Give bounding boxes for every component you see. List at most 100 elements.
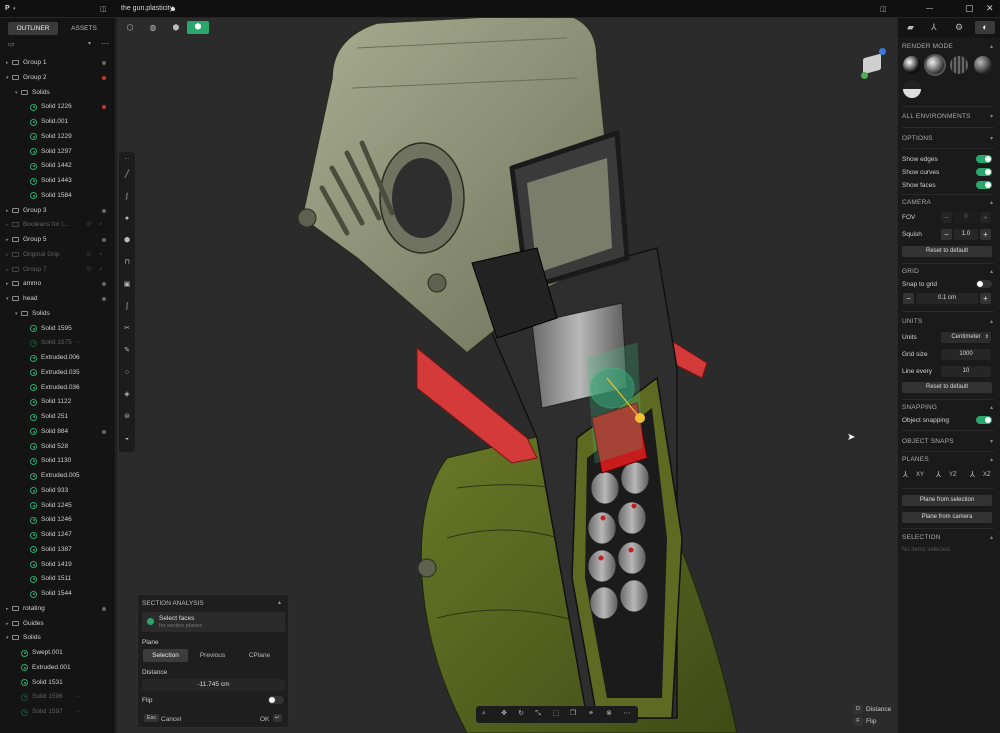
expand-chevron-icon[interactable]: ▾ [6, 292, 9, 306]
outliner-group-item[interactable]: ▸ Group 1 [0, 56, 114, 70]
chevron-up-icon[interactable]: ▴ [990, 268, 993, 275]
chevron-up-icon[interactable]: ▴ [990, 43, 993, 50]
chevron-down-icon[interactable]: ▾ [13, 6, 16, 12]
move-icon[interactable]: ✥ [499, 709, 509, 719]
snapping-icon[interactable]: ◍ [146, 22, 160, 34]
plane-option-cplane[interactable]: CPlane [237, 649, 282, 662]
plane-xy-icon[interactable]: ⅄ [903, 470, 908, 479]
distance-input[interactable]: -11.745 cm [142, 679, 285, 691]
outliner-solid-item[interactable]: Solid 1511 [0, 572, 114, 586]
minimize-button[interactable]: — [926, 5, 933, 12]
outliner-solid-item[interactable]: Solid 251 [0, 410, 114, 424]
outliner-solid-item[interactable]: Swept.001 [0, 646, 114, 660]
render-mode-wire-icon[interactable] [950, 56, 968, 74]
more-icon[interactable]: ⋯ [622, 709, 632, 719]
object-snapping-toggle[interactable] [976, 416, 992, 424]
expand-chevron-icon[interactable]: ▸ [6, 248, 9, 262]
settings-tab-icon[interactable]: ⚙ [955, 22, 963, 33]
outliner-group-item[interactable]: ▸ Guides [0, 617, 114, 631]
outliner-solid-item[interactable]: Solid 1297 [0, 145, 114, 159]
visibility-off-icon[interactable]: ⊘ [86, 263, 92, 277]
outliner-solid-item[interactable]: Solid 1575 ⌣ [0, 336, 114, 350]
outliner-solid-item[interactable]: Solid 528 [0, 440, 114, 454]
outliner-folder-item[interactable]: ▾ Solids [0, 307, 114, 321]
hidden-eye-icon[interactable]: ⌣ [75, 690, 80, 704]
line-every-input[interactable]: 10 [941, 366, 991, 377]
tab-assets[interactable]: ASSETS [59, 22, 109, 35]
camera-reset-button[interactable]: Reset to default [902, 246, 992, 257]
chevron-up-icon[interactable]: ▴ [990, 534, 993, 541]
box-tool-icon[interactable]: ▣ [122, 280, 132, 290]
squish-increment-button[interactable]: + [980, 229, 991, 240]
outliner-solid-item[interactable]: Extruded.006 [0, 351, 114, 365]
chevron-down-icon[interactable]: ▾ [88, 40, 91, 47]
more-icon[interactable]: ⋯ [101, 39, 109, 48]
outliner-solid-item[interactable]: Solid 884 [0, 425, 114, 439]
outliner-solid-item[interactable]: Extruded.035 [0, 366, 114, 380]
lock-icon[interactable]: ▪ [100, 263, 102, 277]
outliner-solid-item[interactable]: Solid 1229 [0, 130, 114, 144]
cancel-button[interactable]: Cancel [161, 716, 181, 723]
expand-chevron-icon[interactable]: ▾ [15, 86, 18, 100]
plane-option-previous[interactable]: Previous [190, 649, 235, 662]
material-tab-icon[interactable]: ▰ [907, 22, 914, 33]
outliner-solid-item[interactable]: Solid 1246 [0, 513, 114, 527]
expand-chevron-icon[interactable]: ▸ [6, 233, 9, 247]
fov-decrement-button[interactable]: − [941, 212, 952, 223]
plane-xy-label[interactable]: XY [916, 472, 924, 478]
hidden-eye-icon[interactable]: ⌣ [75, 705, 80, 719]
extrude-tool-icon[interactable]: ⊓ [122, 258, 132, 268]
transform-tab-icon[interactable]: ⅄ [931, 22, 937, 33]
outliner-solid-item[interactable]: Solid 1544 [0, 587, 114, 601]
outliner-solid-item[interactable]: Solid 1245 [0, 499, 114, 513]
flip-toggle[interactable] [268, 696, 284, 704]
expand-chevron-icon[interactable]: ▸ [6, 204, 9, 218]
outliner-group-item[interactable]: ▸ ammo [0, 277, 114, 291]
chevron-up-icon[interactable]: ▴ [990, 404, 993, 411]
snap-to-grid-toggle[interactable] [976, 280, 992, 288]
outliner-solid-item[interactable]: Solid 1247 [0, 528, 114, 542]
plane-option-selection[interactable]: Selection [143, 649, 188, 662]
show-edges-toggle[interactable] [976, 155, 992, 163]
chevron-up-icon[interactable]: ▴ [990, 456, 993, 463]
plane-xz-label[interactable]: XZ [983, 472, 991, 478]
outliner-solid-item[interactable]: Solid 1130 [0, 454, 114, 468]
circle-tool-icon[interactable]: ● [122, 214, 132, 224]
outliner-solid-item[interactable]: Solid 933 [0, 484, 114, 498]
chevron-down-icon[interactable]: ▾ [990, 135, 993, 142]
expand-chevron-icon[interactable]: ▾ [15, 307, 18, 321]
expand-chevron-icon[interactable]: ▾ [6, 71, 9, 85]
sphere-tool-icon[interactable]: ○ [122, 368, 132, 378]
outliner-folder-item[interactable]: ▾ Solids [0, 631, 114, 645]
outliner-group-item[interactable]: ▸ Group 3 [0, 204, 114, 218]
viewport-tab-icon[interactable]: ◐ [975, 21, 995, 34]
hidden-eye-icon[interactable]: ⌣ [75, 336, 80, 350]
offset-icon[interactable]: ⬚ [551, 709, 561, 719]
cylinder-tool-icon[interactable]: ⊜ [122, 412, 132, 422]
plane-from-selection-button[interactable]: Plane from selection [902, 495, 992, 506]
environments-title[interactable]: ALL ENVIRONMENTS [902, 113, 971, 120]
chevron-up-icon[interactable]: ▴ [990, 199, 993, 206]
folder-add-icon[interactable]: ▭ [8, 40, 15, 48]
grid-size-decrement-button[interactable]: − [903, 293, 914, 304]
solid-cube-icon[interactable]: ⬢ [187, 21, 209, 34]
chevron-up-icon[interactable]: ▴ [990, 318, 993, 325]
outliner-group-item[interactable]: ▸ Booleans for t... ⊘ ▪ [0, 218, 114, 232]
polygon-tool-icon[interactable]: ⬢ [122, 236, 132, 246]
outliner-solid-item[interactable]: Solid 1226 [0, 100, 114, 114]
attach-icon[interactable]: ⚭ [586, 709, 596, 719]
expand-chevron-icon[interactable]: ▸ [6, 218, 9, 232]
visibility-off-icon[interactable]: ⊘ [86, 248, 92, 262]
render-mode-matcap-icon[interactable] [903, 56, 921, 74]
grid-size-input[interactable]: 0.1 cm [916, 293, 978, 304]
render-mode-environment-icon[interactable] [903, 80, 921, 98]
search-icon[interactable]: ⌕ [479, 709, 489, 719]
outliner-solid-item[interactable]: Solid 1584 [0, 189, 114, 203]
duplicate-icon[interactable]: ❐ [568, 709, 578, 719]
curve-tool-icon[interactable]: ∫ [122, 192, 132, 202]
expand-chevron-icon[interactable]: ▸ [6, 602, 9, 616]
app-menu-button[interactable]: P [5, 5, 10, 12]
select-faces-field[interactable]: Select faces for section planes [142, 612, 285, 632]
view-cube[interactable] [861, 48, 886, 79]
scale-icon[interactable]: ⤡ [533, 709, 543, 719]
